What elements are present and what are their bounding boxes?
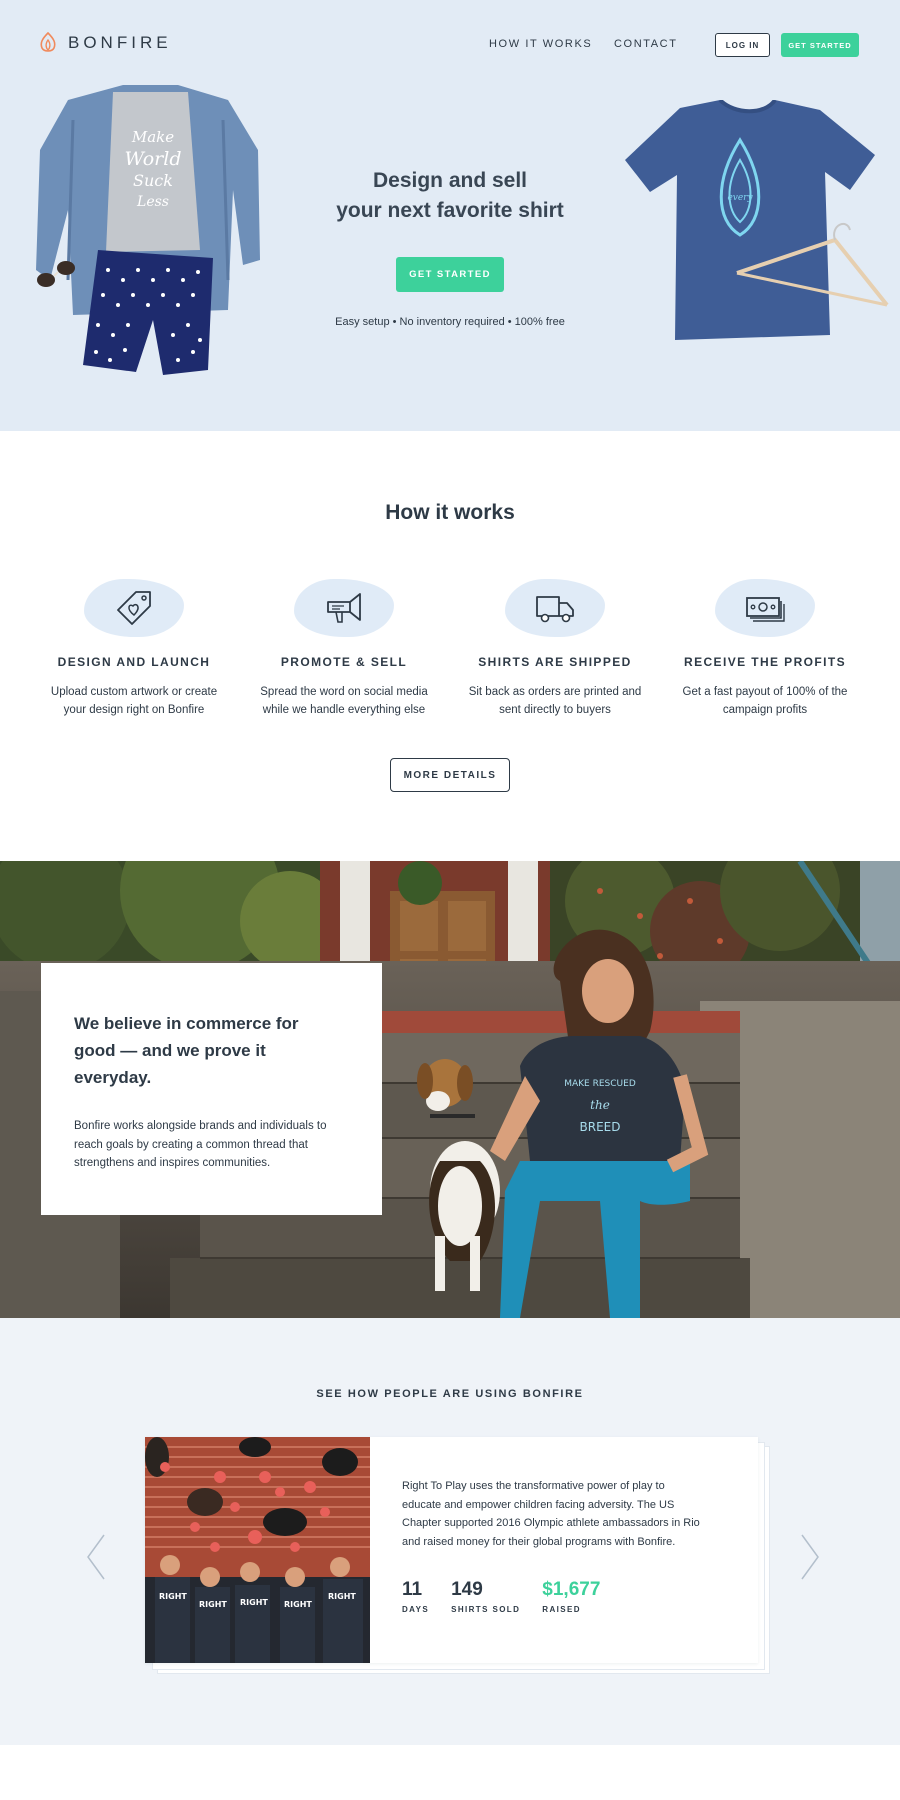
footer-strip: [0, 1745, 900, 1800]
navy-tshirt-hanger-image: every: [625, 100, 889, 340]
step-title: DESIGN AND LAUNCH: [57, 655, 211, 669]
case-studies-title: SEE HOW PEOPLE ARE USING BONFIRE: [316, 1388, 584, 1400]
step-title: SHIRTS ARE SHIPPED: [478, 655, 632, 669]
carousel-next-arrow-icon[interactable]: [796, 1531, 822, 1583]
svg-text:Make: Make: [131, 128, 174, 146]
nav-get-started-button[interactable]: GET STARTED: [781, 33, 859, 57]
cash-stack-icon: [746, 597, 785, 622]
logo-text: BONFIRE: [68, 33, 172, 52]
stat-raised: $1,677 RAISED: [542, 1579, 601, 1614]
step-description: Sit back as orders are printed and sent …: [468, 686, 642, 716]
step-description: Upload custom artwork or create your des…: [50, 686, 218, 716]
svg-text:MAKE RESCUED: MAKE RESCUED: [564, 1079, 636, 1089]
how-it-works-section: How it works DESIGN AND LAUNCH Upload cu…: [0, 431, 900, 861]
carousel-prev-arrow-icon[interactable]: [84, 1531, 110, 1583]
hero-title: Design and sell your next favorite shirt: [300, 166, 600, 226]
login-button[interactable]: LOG IN: [715, 33, 770, 57]
svg-text:RIGHT: RIGHT: [328, 1592, 356, 1601]
svg-text:RIGHT: RIGHT: [240, 1598, 268, 1607]
case-studies-section: SEE HOW PEOPLE ARE USING BONFIRE RIGHT R…: [0, 1318, 900, 1745]
svg-text:RIGHT: RIGHT: [284, 1600, 312, 1609]
svg-text:RIGHT: RIGHT: [159, 1592, 187, 1601]
stat-days: 11 DAYS: [402, 1579, 430, 1614]
step-description: Get a fast payout of 100% of the campaig…: [682, 686, 848, 716]
mission-heading: We believe in commerce for good — and we…: [74, 1014, 299, 1087]
step-title: RECEIVE THE PROFITS: [684, 655, 846, 669]
svg-text:World: World: [125, 148, 182, 170]
step-title: PROMOTE & SELL: [280, 655, 408, 669]
svg-text:RIGHT: RIGHT: [199, 1600, 227, 1609]
delivery-truck-icon: [536, 596, 574, 623]
case-study-description: Right To Play uses the transformative po…: [402, 1480, 700, 1548]
price-tag-heart-icon: [117, 591, 151, 625]
step-promote-and-sell: PROMOTE & SELL Spread the word on social…: [244, 571, 444, 719]
hero-title-line-1: Design and sell: [372, 169, 528, 192]
mission-body: Bonfire works alongside brands and indiv…: [74, 1120, 327, 1169]
how-it-works-title: How it works: [385, 501, 515, 524]
top-nav: BONFIRE HOW IT WORKS CONTACT LOG IN GET …: [0, 0, 900, 92]
svg-text:Suck: Suck: [133, 171, 173, 190]
right-to-play-photo: RIGHT RIGHT RIGHT RIGHT RIGHT: [145, 1437, 370, 1663]
stat-shirts-sold: 149 SHIRTS SOLD: [451, 1579, 521, 1614]
step-receive-the-profits: RECEIVE THE PROFITS Get a fast payout of…: [665, 571, 865, 719]
more-details-button[interactable]: MORE DETAILS: [390, 758, 510, 792]
hero-title-line-2: your next favorite shirt: [336, 199, 564, 222]
logo[interactable]: BONFIRE: [38, 32, 172, 54]
svg-text:BREED: BREED: [580, 1120, 621, 1134]
case-study-body: Right To Play uses the transformative po…: [370, 1437, 758, 1663]
hero-get-started-button[interactable]: GET STARTED: [396, 257, 504, 292]
hero-perks: Easy setup • No inventory required • 100…: [335, 316, 565, 328]
mission-photo-section: MAKE RESCUED the BREED We believe in com…: [0, 861, 900, 1318]
flame-logo-icon: [40, 32, 56, 52]
hero-section: BONFIRE HOW IT WORKS CONTACT LOG IN GET …: [0, 0, 900, 431]
case-study-card[interactable]: RIGHT RIGHT RIGHT RIGHT RIGHT Right To Play …: [145, 1437, 758, 1663]
svg-text:the: the: [590, 1098, 610, 1112]
megaphone-icon: [327, 593, 361, 623]
denim-shirt-flatlay-image: Make World Suck Less: [36, 85, 260, 375]
step-design-and-launch: DESIGN AND LAUNCH Upload custom artwork …: [34, 571, 234, 719]
svg-text:every: every: [727, 193, 753, 203]
nav-link-how-it-works[interactable]: HOW IT WORKS: [489, 38, 592, 50]
mission-card: We believe in commerce for good — and we…: [41, 963, 382, 1215]
svg-text:Less: Less: [136, 194, 169, 210]
case-study-stats: 11 DAYS 149 SHIRTS SOLD $1,677 RAISED: [402, 1579, 728, 1614]
step-description: Spread the word on social media while we…: [260, 686, 428, 716]
step-shirts-are-shipped: SHIRTS ARE SHIPPED Sit back as orders ar…: [455, 571, 655, 719]
nav-link-contact[interactable]: CONTACT: [614, 38, 678, 50]
